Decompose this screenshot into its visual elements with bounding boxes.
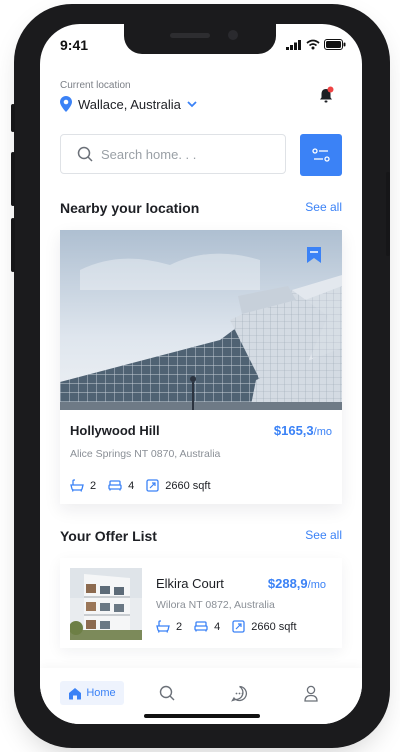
property-price: $165,3/mo: [274, 423, 332, 438]
profile-icon: [304, 685, 318, 702]
offer-list-item[interactable]: Elkira Court $288,9/mo Wilora NT 0872, A…: [60, 558, 342, 648]
offers-see-all-link[interactable]: See all: [305, 528, 342, 542]
bed-count: 4: [128, 479, 135, 492]
area-feature: 2660 sqft: [146, 479, 211, 492]
area-size: 2660 sqft: [165, 479, 211, 492]
offer-price-amount: $288,9: [267, 576, 308, 591]
bed-icon: [194, 621, 208, 632]
bathtub-icon: [156, 620, 170, 633]
home-indicator: [144, 714, 260, 718]
volume-down-button: [11, 218, 15, 272]
bell-icon: [320, 86, 334, 103]
offer-area-size: 2660 sqft: [251, 620, 297, 633]
offer-address: Wilora NT 0872, Australia: [156, 599, 275, 611]
nav-chat-tab[interactable]: [228, 682, 250, 704]
search-icon: [77, 146, 93, 162]
nav-home-tab[interactable]: Home: [60, 681, 124, 705]
chevron-down-icon: [187, 101, 197, 108]
offers-section-title: Your Offer List: [60, 528, 157, 544]
offer-name: Elkira Court: [156, 576, 224, 591]
notification-button[interactable]: [318, 86, 334, 104]
front-camera: [228, 30, 238, 40]
app-screen: 9:41 Current location Wallace, Australia…: [40, 24, 362, 724]
filter-icon: [312, 148, 330, 162]
bath-feature: 2: [70, 479, 96, 492]
search-input[interactable]: [101, 146, 281, 162]
offer-bed-count: 4: [214, 620, 221, 633]
search-box[interactable]: [60, 134, 286, 174]
nav-home-label: Home: [86, 687, 116, 699]
power-button: [386, 172, 390, 256]
property-name: Hollywood Hill: [70, 423, 160, 438]
bed-icon: [108, 480, 122, 491]
offer-photo: [70, 568, 142, 640]
filter-button[interactable]: [300, 134, 342, 176]
nearby-property-card[interactable]: Hollywood Hill $165,3/mo Alice Springs N…: [60, 230, 342, 504]
offer-bed-feature: 4: [194, 621, 220, 633]
price-period: /mo: [313, 426, 332, 438]
notch: [124, 24, 276, 54]
location-pin-icon: [60, 96, 72, 112]
location-text: Wallace, Australia: [78, 96, 181, 112]
wifi-icon: [306, 39, 320, 50]
battery-icon: [324, 39, 346, 50]
chat-icon: [230, 685, 247, 702]
area-icon: [232, 620, 245, 633]
price-amount: $165,3: [273, 423, 314, 438]
property-address: Alice Springs NT 0870, Australia: [70, 448, 221, 460]
signal-icon: [286, 39, 301, 50]
property-photo: [60, 230, 342, 410]
offer-area-feature: 2660 sqft: [232, 620, 297, 633]
bookmark-button[interactable]: [306, 246, 322, 269]
property-features: 2 4 2660 sqft: [70, 479, 223, 492]
nearby-section-title: Nearby your location: [60, 200, 200, 216]
bath-count: 2: [90, 479, 97, 492]
nav-profile-tab[interactable]: [300, 682, 322, 704]
home-icon: [69, 687, 82, 699]
bathtub-icon: [70, 479, 84, 492]
location-selector[interactable]: Wallace, Australia: [60, 96, 197, 112]
status-time: 9:41: [60, 37, 89, 53]
offer-price: $288,9/mo: [268, 576, 326, 591]
bed-feature: 4: [108, 480, 134, 492]
nav-search-tab[interactable]: [156, 682, 178, 704]
offer-features: 2 4 2660 sqft: [156, 620, 309, 633]
current-location-label: Current location: [60, 80, 131, 91]
volume-up-button: [11, 152, 15, 206]
bookmark-icon: [307, 247, 321, 263]
status-icons: [286, 39, 346, 50]
speaker: [170, 33, 210, 38]
offer-bath-count: 2: [176, 620, 183, 633]
nearby-see-all-link[interactable]: See all: [305, 200, 342, 214]
mute-switch: [11, 104, 15, 132]
offer-price-period: /mo: [307, 579, 326, 591]
offer-bath-feature: 2: [156, 620, 182, 633]
search-icon: [159, 685, 175, 701]
area-icon: [146, 479, 159, 492]
